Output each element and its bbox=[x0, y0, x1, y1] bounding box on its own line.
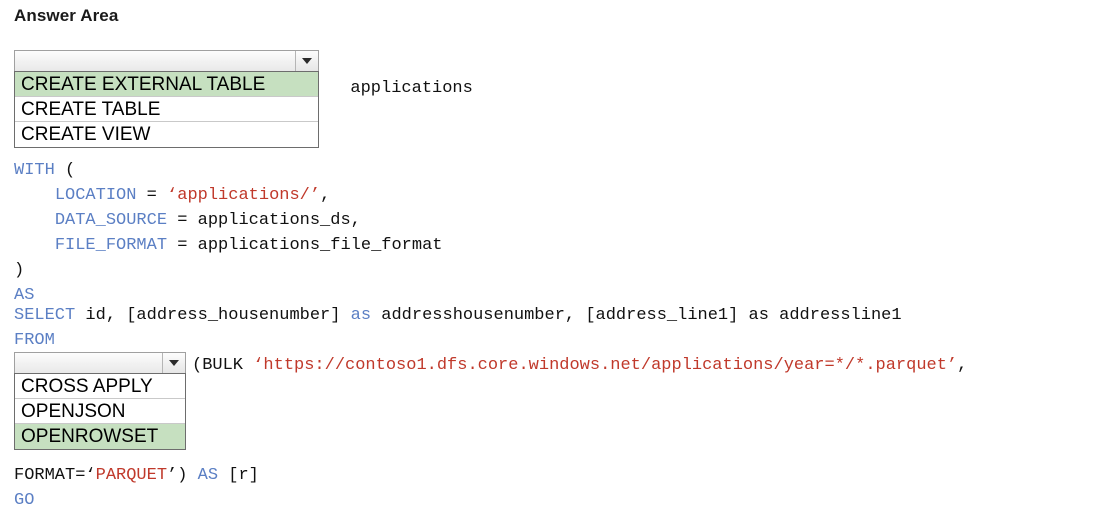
statement-dropdown-option-create-external-table[interactable]: CREATE EXTERNAL TABLE bbox=[15, 72, 318, 97]
statement-dropdown-box[interactable] bbox=[14, 50, 319, 72]
bulk-prefix: (BULK bbox=[192, 356, 254, 375]
source-dropdown-option-openjson[interactable]: OPENJSON bbox=[15, 399, 185, 424]
source-dropdown-list: CROSS APPLY OPENJSON OPENROWSET bbox=[14, 373, 186, 450]
select-columns-second: addresshousenumber, [address_line1] as a… bbox=[371, 306, 902, 325]
file-format-equals: = bbox=[167, 236, 198, 255]
from-keyword: FROM bbox=[14, 331, 55, 350]
source-dropdown-toggle[interactable] bbox=[162, 353, 185, 373]
select-clause-block: SELECT id, [address_housenumber] as addr… bbox=[14, 303, 902, 353]
data-source-keyword: DATA_SOURCE bbox=[54, 211, 168, 230]
as-keyword-first: as bbox=[350, 306, 372, 325]
source-dropdown-box[interactable] bbox=[14, 352, 186, 374]
statement-dropdown-list: CREATE EXTERNAL TABLE CREATE TABLE CREAT… bbox=[14, 71, 319, 148]
with-open-paren: ( bbox=[54, 161, 76, 180]
file-format-value: applications_file_format bbox=[197, 236, 443, 255]
with-clause-block: WITH ( LOCATION = ‘applications/’, DATA_… bbox=[14, 158, 442, 308]
format-tail-block: FORMAT=‘PARQUET’) AS [r] GO bbox=[14, 463, 259, 513]
source-dropdown[interactable]: CROSS APPLY OPENJSON OPENROWSET bbox=[14, 352, 186, 451]
file-format-keyword: FILE_FORMAT bbox=[54, 236, 168, 255]
statement-dropdown-option-create-table[interactable]: CREATE TABLE bbox=[15, 97, 318, 122]
format-key: FORMAT=‘ bbox=[14, 466, 96, 485]
with-close-paren: ) bbox=[14, 261, 25, 280]
object-name-label: applications bbox=[330, 51, 473, 101]
object-name-text: applications bbox=[350, 79, 473, 98]
page-title: Answer Area bbox=[14, 6, 119, 25]
as-keyword-tail: AS bbox=[197, 466, 219, 485]
with-keyword: WITH bbox=[14, 161, 55, 180]
chevron-down-icon bbox=[169, 360, 179, 366]
go-keyword: GO bbox=[14, 491, 35, 510]
location-keyword: LOCATION bbox=[54, 186, 137, 205]
data-source-value: applications_ds, bbox=[197, 211, 361, 230]
source-dropdown-option-openrowset[interactable]: OPENROWSET bbox=[15, 424, 185, 449]
source-dropdown-option-cross-apply[interactable]: CROSS APPLY bbox=[15, 374, 185, 399]
location-equals: = bbox=[136, 186, 168, 205]
format-close: ’) bbox=[167, 466, 198, 485]
location-value: ‘applications/’ bbox=[167, 186, 321, 205]
bulk-line: (BULK ‘https://contoso1.dfs.core.windows… bbox=[192, 353, 967, 378]
statement-dropdown-toggle[interactable] bbox=[295, 51, 318, 71]
bulk-url: ‘https://contoso1.dfs.core.windows.net/a… bbox=[253, 356, 958, 375]
location-comma: , bbox=[320, 186, 331, 205]
select-keyword: SELECT bbox=[14, 306, 76, 325]
chevron-down-icon bbox=[302, 58, 312, 64]
select-columns-first: id, [address_housenumber] bbox=[75, 306, 351, 325]
table-alias: [r] bbox=[218, 466, 259, 485]
bulk-comma: , bbox=[957, 356, 968, 375]
statement-dropdown-option-create-view[interactable]: CREATE VIEW bbox=[15, 122, 318, 147]
statement-dropdown[interactable]: CREATE EXTERNAL TABLE CREATE TABLE CREAT… bbox=[14, 50, 319, 149]
data-source-equals: = bbox=[167, 211, 198, 230]
format-value: PARQUET bbox=[95, 466, 168, 485]
